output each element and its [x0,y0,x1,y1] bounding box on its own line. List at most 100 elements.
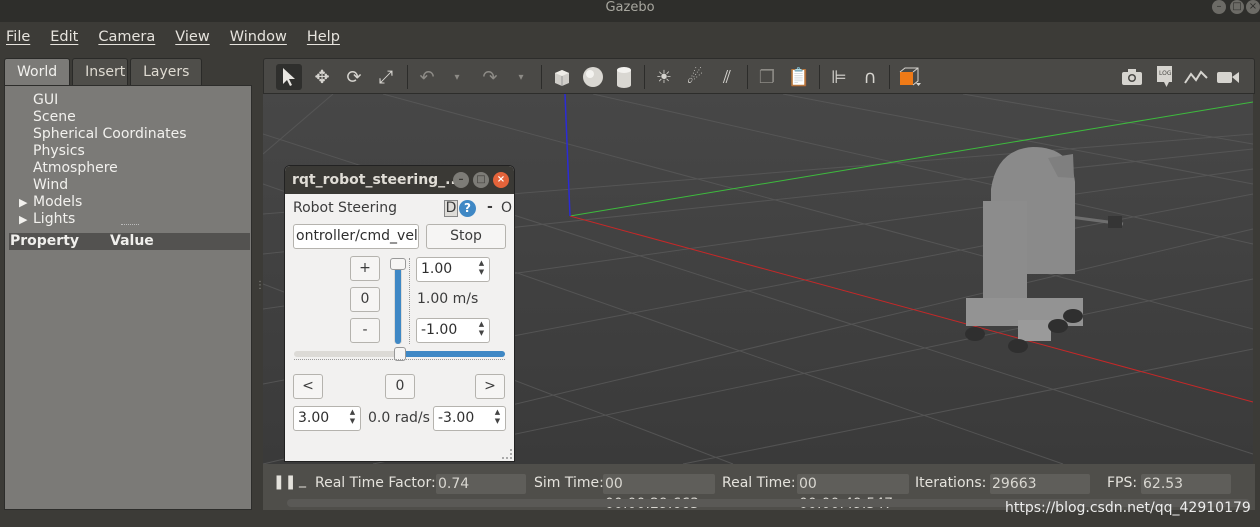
linear-min-value: -1.00 [421,322,458,338]
spin-arrows-icon[interactable]: ▲ ▼ [475,320,488,341]
video-icon[interactable] [1215,64,1241,90]
tree-item-models[interactable]: Models [33,194,82,210]
tab-layers[interactable]: Layers [130,58,203,85]
close-icon[interactable]: × [493,172,509,188]
spin-arrows-icon[interactable]: ▲ ▼ [491,408,504,429]
rqt-titlebar[interactable]: rqt_robot_steering_... – □ × [285,166,514,194]
svg-text:LOG: LOG [1159,70,1172,77]
stop-button[interactable]: Stop [426,224,506,249]
minimize-icon[interactable]: – [453,172,469,188]
spin-arrows-icon[interactable]: ▲ ▼ [346,408,359,429]
spin-arrows-icon[interactable]: ▲ ▼ [475,259,488,280]
plot-icon[interactable] [1183,64,1209,90]
undo-dropdown-icon[interactable]: ▾ [444,64,470,90]
linear-slider-fill [395,264,401,344]
menu-window[interactable]: Window [230,29,287,45]
increase-linear-button[interactable]: + [350,256,380,281]
watermark-text: https://blog.csdn.net/qq_42910179 [1005,500,1251,516]
box-icon[interactable] [549,64,575,90]
redo-dropdown-icon[interactable]: ▾ [508,64,534,90]
angular-min-spinbox[interactable]: -3.00 ▲ ▼ [433,406,506,431]
point-light-icon[interactable]: ☀ [651,64,677,90]
pause-icon[interactable]: ❚❚ [273,474,296,490]
topic-input[interactable]: ontroller/cmd_vel [293,224,419,249]
slider-ticks [294,359,505,363]
select-arrow-icon[interactable] [276,64,302,90]
menu-camera[interactable]: Camera [98,29,155,45]
spot-light-icon[interactable]: ☄ [682,64,708,90]
tab-insert[interactable]: Insert [72,58,129,85]
menu-help[interactable]: Help [307,29,340,45]
tree-item-spherical-coordinates[interactable]: Spherical Coordinates [33,126,187,142]
tree-item-gui[interactable]: GUI [33,92,58,108]
sphere-icon[interactable] [580,64,606,90]
toolbar-separator [747,65,748,89]
linear-max-value: 1.00 [421,261,453,277]
toolbar-separator [407,65,408,89]
angular-current-value: 0.0 rad/s [368,410,430,426]
expand-arrow-icon[interactable]: ▶ [19,213,27,226]
log-icon[interactable]: LOG [1152,64,1178,90]
menu-edit[interactable]: Edit [50,29,78,45]
view-angle-icon[interactable] [896,64,922,90]
menu-view[interactable]: View [175,29,209,45]
cylinder-icon[interactable] [611,64,637,90]
menu-bar: File Edit Camera View Window Help [0,22,1260,52]
linear-slider-handle[interactable] [390,258,406,270]
iterations-value: 29663 [990,474,1090,494]
tree-item-physics[interactable]: Physics [33,143,85,159]
align-icon[interactable]: ⊫ [826,64,852,90]
splitter-handle[interactable] [121,224,139,226]
menu-file[interactable]: File [6,29,30,45]
tree-item-wind[interactable]: Wind [33,177,68,193]
property-table-header: Property Value [9,233,250,250]
snap-icon[interactable]: ∩ [857,64,883,90]
resize-grip-icon[interactable] [502,449,512,459]
rotate-icon[interactable]: ⟳ [341,64,367,90]
fps-label: FPS: [1107,475,1138,491]
step-icon[interactable]: _ [299,472,306,488]
plugin-heading: Robot Steering [293,200,398,216]
decrease-linear-button[interactable]: - [350,318,380,343]
sim-time-value: 00 00:00:29.663 [603,474,715,512]
window-title: Gazebo [605,0,655,15]
tab-world[interactable]: World [4,58,71,85]
directional-light-icon[interactable]: ⫽ [714,64,740,90]
zero-linear-button[interactable]: 0 [350,287,380,312]
turn-left-button[interactable]: < [293,374,323,399]
tree-item-scene[interactable]: Scene [33,109,76,125]
maximize-icon[interactable]: □ [1230,0,1244,14]
paste-icon[interactable]: 📋 [786,64,812,90]
help-icon[interactable]: ? [459,200,476,217]
screenshot-icon[interactable] [1119,64,1145,90]
zero-angular-button[interactable]: 0 [385,374,415,399]
slider-ticks [409,258,413,344]
turn-right-button[interactable]: > [475,374,505,399]
redo-icon[interactable]: ↷ [477,64,503,90]
linear-velocity-slider[interactable] [390,258,406,344]
close-plugin-button[interactable]: O [501,200,512,216]
undo-icon[interactable]: ↶ [414,64,440,90]
translate-icon[interactable]: ✥ [309,64,335,90]
tree-item-atmosphere[interactable]: Atmosphere [33,160,118,176]
minimize-icon[interactable]: – [1212,0,1226,14]
close-icon[interactable]: × [1246,0,1260,14]
linear-min-spinbox[interactable]: -1.00 ▲ ▼ [416,318,490,343]
tree-item-lights[interactable]: Lights [33,211,75,227]
minimize-plugin-button[interactable]: - [487,199,493,215]
topic-value: ontroller/cmd_vel [296,228,418,244]
scale-icon[interactable]: ⤢ [373,64,399,90]
linear-max-spinbox[interactable]: 1.00 ▲ ▼ [416,257,490,282]
sim-time-label: Sim Time: [534,475,604,491]
real-time-value: 00 00:00:49.547 [797,474,909,512]
maximize-icon[interactable]: □ [473,172,489,188]
rqt-window-title: rqt_robot_steering_... [292,172,462,188]
angular-max-spinbox[interactable]: 3.00 ▲ ▼ [293,406,361,431]
expand-arrow-icon[interactable]: ▶ [19,196,27,209]
real-time-factor-label: Real Time Factor: [315,475,436,491]
angular-slider-fill [399,351,505,357]
angular-velocity-slider[interactable] [294,347,505,361]
angular-max-value: 3.00 [298,410,330,426]
copy-icon[interactable]: ❐ [754,64,780,90]
d-button[interactable]: D [444,200,458,217]
